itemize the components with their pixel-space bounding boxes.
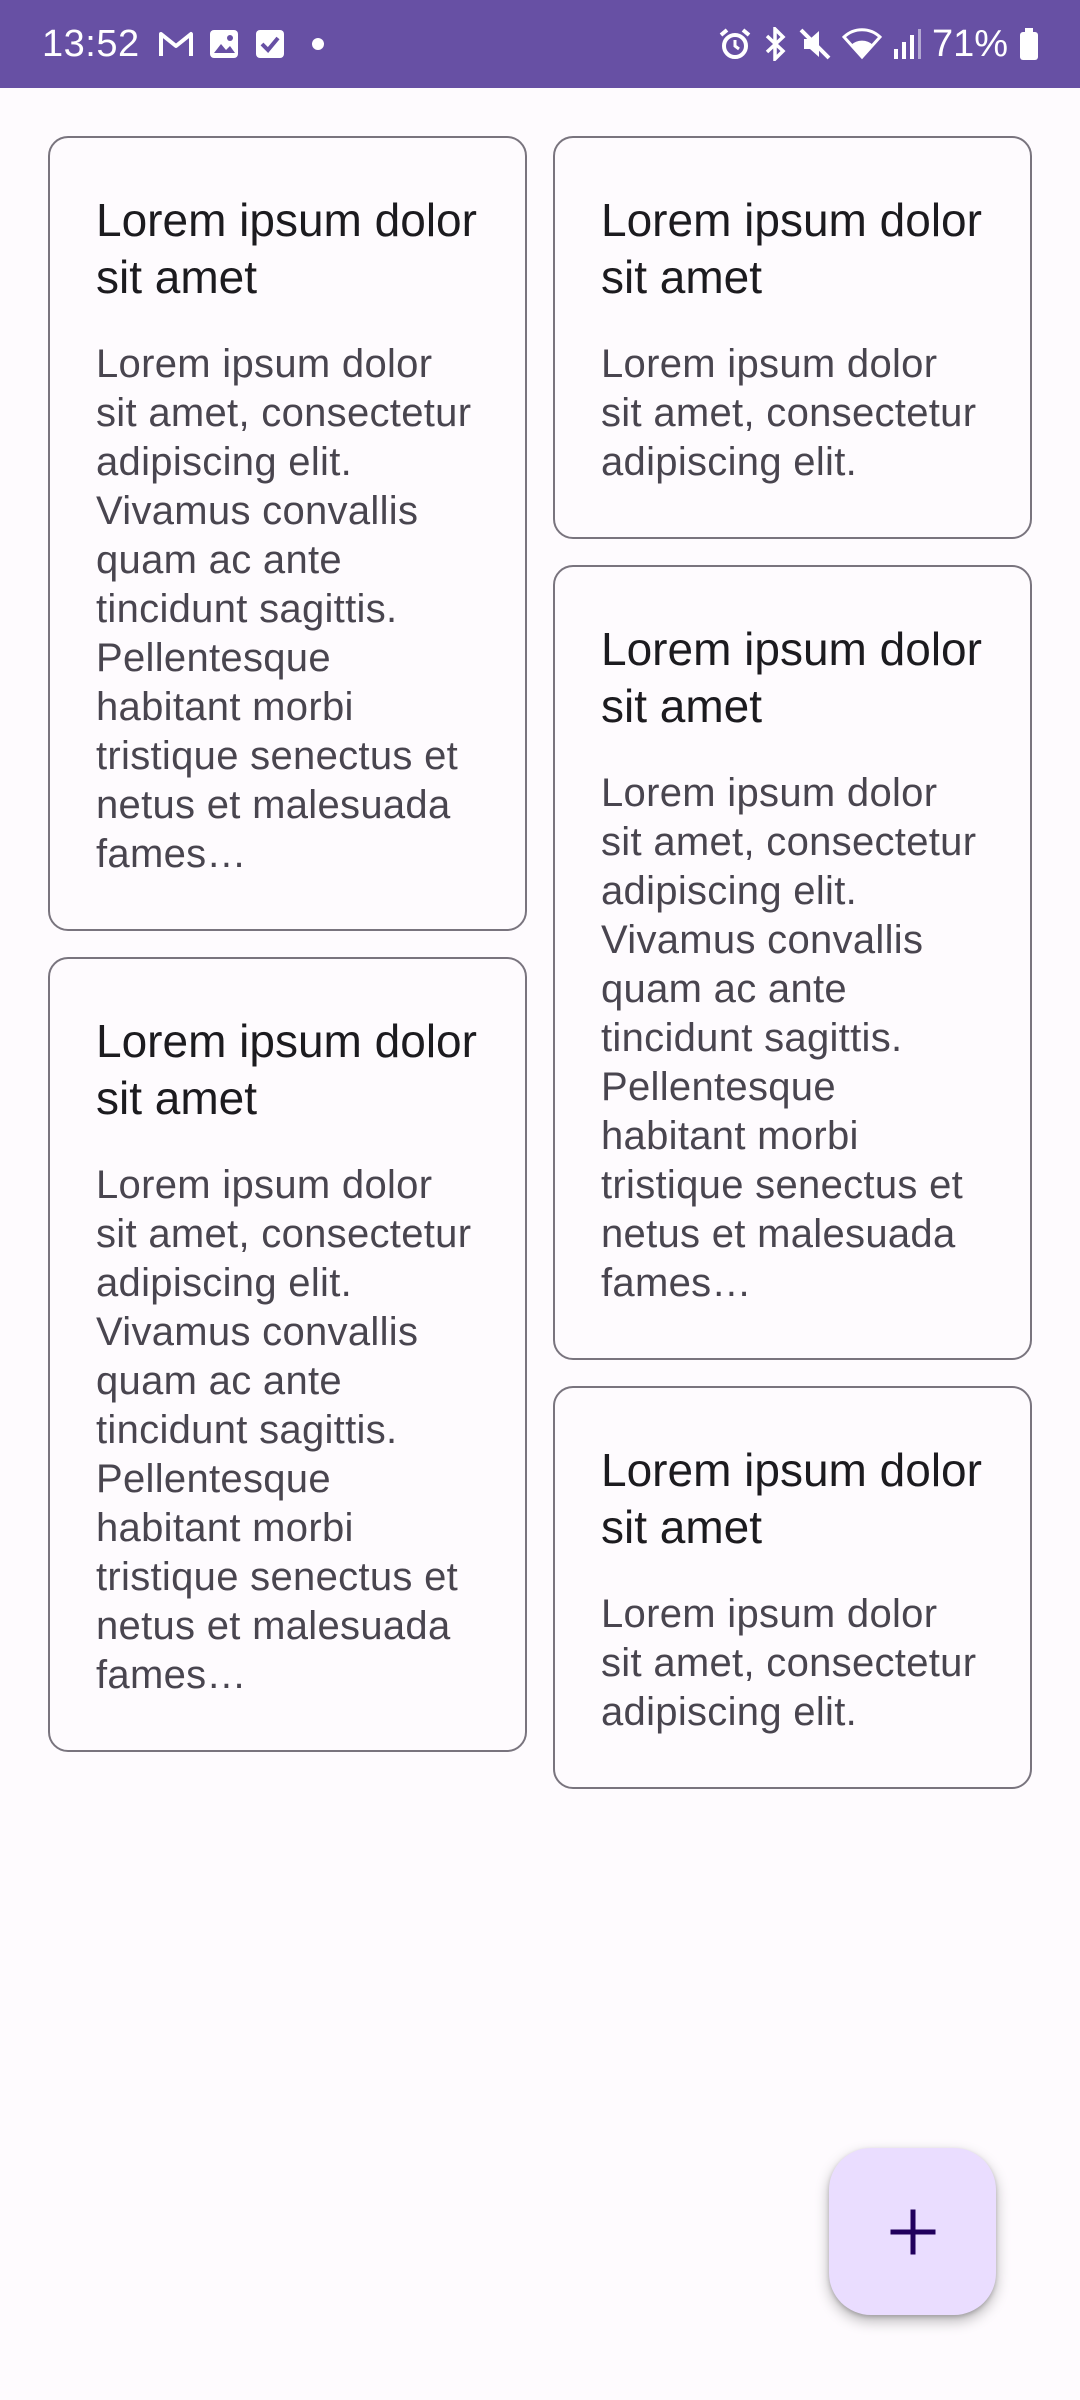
notes-grid: Lorem ipsum dolor sit amet Lorem ipsum d… <box>48 136 1032 1789</box>
battery-icon <box>1018 27 1040 61</box>
bluetooth-icon <box>762 27 788 61</box>
gallery-icon <box>208 28 240 60</box>
signal-icon <box>892 27 922 61</box>
status-time: 13:52 <box>42 22 140 65</box>
status-bar-left: 13:52 <box>42 0 324 88</box>
notes-column-right: Lorem ipsum dolor sit amet Lorem ipsum d… <box>553 136 1032 1789</box>
note-title: Lorem ipsum dolor sit amet <box>601 194 982 303</box>
note-card[interactable]: Lorem ipsum dolor sit amet Lorem ipsum d… <box>553 136 1032 539</box>
note-body: Lorem ipsum dolor sit amet, consectetur … <box>601 1592 977 1734</box>
add-note-button[interactable] <box>829 2148 996 2315</box>
plus-icon <box>889 2208 937 2256</box>
status-bar: 13:52 71% <box>0 0 1080 88</box>
note-title: Lorem ipsum dolor sit amet <box>96 194 477 303</box>
note-title: Lorem ipsum dolor sit amet <box>601 623 982 732</box>
gmail-icon <box>158 30 194 58</box>
note-body: Lorem ipsum dolor sit amet, consectetur … <box>601 342 977 484</box>
notes-column-left: Lorem ipsum dolor sit amet Lorem ipsum d… <box>48 136 527 1789</box>
checkbox-icon <box>254 28 286 60</box>
note-body: Lorem ipsum dolor sit amet, consectetur … <box>96 342 472 876</box>
note-title: Lorem ipsum dolor sit amet <box>96 1015 477 1124</box>
alarm-icon <box>718 27 752 61</box>
note-body: Lorem ipsum dolor sit amet, consectetur … <box>96 1163 472 1697</box>
note-body: Lorem ipsum dolor sit amet, consectetur … <box>601 771 977 1305</box>
wifi-icon <box>841 27 882 61</box>
dot-icon <box>311 38 324 50</box>
note-card[interactable]: Lorem ipsum dolor sit amet Lorem ipsum d… <box>553 1386 1032 1789</box>
note-card[interactable]: Lorem ipsum dolor sit amet Lorem ipsum d… <box>48 957 527 1752</box>
note-title: Lorem ipsum dolor sit amet <box>601 1444 982 1553</box>
note-card[interactable]: Lorem ipsum dolor sit amet Lorem ipsum d… <box>48 136 527 931</box>
mute-icon <box>798 27 832 61</box>
note-card[interactable]: Lorem ipsum dolor sit amet Lorem ipsum d… <box>553 565 1032 1360</box>
battery-percentage: 71% <box>931 22 1008 65</box>
status-bar-right: 71% <box>718 0 1040 88</box>
